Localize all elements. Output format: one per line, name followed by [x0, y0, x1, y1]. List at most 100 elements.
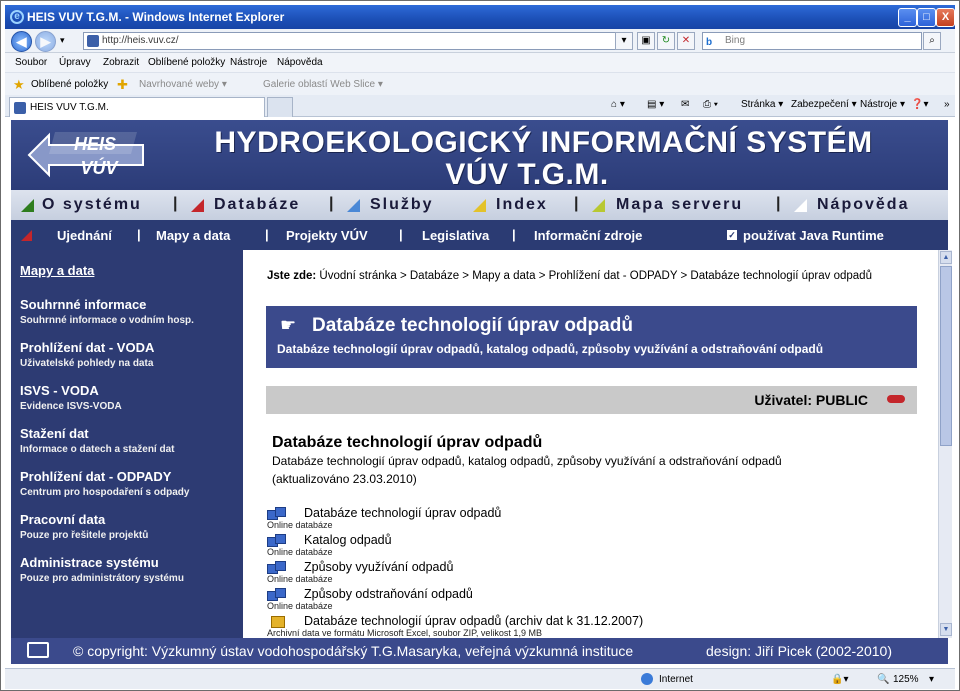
user-label: Uživatel: PUBLIC — [754, 392, 868, 408]
nav-o-systemu[interactable]: O systému — [42, 196, 142, 214]
print-icon[interactable]: ⎙ ▾ — [703, 99, 718, 110]
nav-index[interactable]: Index — [496, 196, 548, 214]
sidebar-item-subtitle: Uživatelské pohledy na data — [20, 358, 154, 369]
url-input[interactable]: http://heis.vuv.cz/ — [83, 32, 631, 50]
suggested-sites-link[interactable]: Navrhované weby ▾ — [139, 79, 227, 90]
sidebar: Mapy a data Souhrnné informace Souhrnné … — [11, 250, 243, 638]
site-favicon — [87, 35, 99, 47]
nav2-ujednani[interactable]: Ujednání — [57, 228, 112, 243]
forward-icon[interactable]: ▶ — [35, 31, 56, 52]
close-button[interactable]: X — [936, 8, 955, 27]
sidebar-item-subtitle: Evidence ISVS-VODA — [20, 401, 122, 412]
nav-separator: | — [776, 195, 783, 212]
minimize-button[interactable]: _ — [898, 8, 917, 27]
page-scrollbar[interactable]: ▲ ▼ — [938, 250, 952, 638]
favorites-button[interactable]: Oblíbené položky — [31, 79, 108, 90]
nav-marker-icon — [191, 199, 204, 212]
primary-nav: O systému | Databáze | Služby Index | Ma… — [11, 190, 948, 220]
page-header-box: ☛ Databáze technologií úprav odpadů Data… — [266, 306, 917, 368]
content-title: Databáze technologií úprav odpadů — [272, 434, 543, 451]
nav-separator: | — [173, 195, 180, 212]
zoom-dropdown-icon[interactable]: ▾ — [929, 674, 934, 685]
tools-menu[interactable]: Nástroje ▾ — [860, 99, 905, 110]
favorites-bar: ★ Oblíbené položky ✚ Navrhované weby ▾ G… — [5, 72, 955, 95]
stop-icon[interactable]: ✕ — [677, 32, 695, 50]
sidebar-item-pracovni-data[interactable]: Pracovní data — [20, 512, 105, 527]
sidebar-item-souhrnne-informace[interactable]: Souhrnné informace — [20, 297, 146, 312]
search-input[interactable]: b Bing — [702, 32, 922, 50]
java-runtime-label[interactable]: používat Java Runtime — [743, 228, 884, 243]
home-icon[interactable]: ⌂ ▾ — [611, 99, 625, 110]
sidebar-item-prohlizeni-voda[interactable]: Prohlížení dat - VODA — [20, 340, 154, 355]
scroll-down-icon[interactable]: ▼ — [940, 623, 952, 636]
tab-bar: HEIS VUV T.G.M. ⌂ ▾ ▤ ▾ ✉ ⎙ ▾ Stránka ▾ … — [5, 95, 955, 117]
database-icon — [267, 507, 293, 521]
java-runtime-checkbox[interactable]: ✓ — [727, 230, 737, 240]
ie-icon: e — [10, 10, 24, 24]
nav-separator: | — [574, 195, 581, 212]
page-menu[interactable]: Stránka ▾ — [741, 99, 783, 110]
menu-favorites[interactable]: Oblíbené položky — [148, 57, 225, 68]
link-zpusoby-odstranovani[interactable]: Způsoby odstraňování odpadů — [304, 587, 473, 601]
search-icon[interactable]: ⌕ — [923, 32, 941, 50]
help-menu-icon[interactable]: ❓▾ — [911, 99, 928, 110]
scroll-up-icon[interactable]: ▲ — [940, 251, 952, 264]
list-item: Databáze technologií úprav odpadů Online… — [267, 506, 887, 534]
sidebar-item-stazeni-dat[interactable]: Stažení dat — [20, 426, 89, 441]
more-commands[interactable]: » — [944, 99, 950, 110]
link-subtitle: Online databáze — [267, 520, 333, 530]
search-placeholder: Bing — [725, 35, 746, 46]
list-item: Způsoby odstraňování odpadů Online datab… — [267, 587, 887, 615]
tab-heis[interactable]: HEIS VUV T.G.M. — [9, 97, 265, 117]
window-title: HEIS VUV T.G.M. - Windows Internet Explo… — [27, 10, 285, 24]
link-archiv[interactable]: Databáze technologií úprav odpadů (archi… — [304, 614, 643, 628]
list-item: Katalog odpadů Online databáze — [267, 533, 887, 561]
safety-menu[interactable]: Zabezpečení ▾ — [791, 99, 857, 110]
nav2-mapy-a-data[interactable]: Mapy a data — [156, 228, 230, 243]
nav-databaze[interactable]: Databáze — [214, 196, 300, 214]
bing-icon: b — [706, 37, 713, 48]
nav2-legislativa[interactable]: Legislativa — [422, 228, 489, 243]
url-dropdown-icon[interactable]: ▾ — [615, 32, 633, 50]
login-key-icon[interactable] — [887, 395, 905, 403]
sidebar-item-administrace[interactable]: Administrace systému — [20, 555, 159, 570]
refresh-icon[interactable]: ↻ — [657, 32, 675, 50]
zoom-icon[interactable]: 🔍 — [877, 674, 889, 685]
nav-mapa-serveru[interactable]: Mapa serveru — [616, 196, 743, 214]
menu-view[interactable]: Zobrazit — [103, 57, 139, 68]
nav-marker-icon — [794, 199, 807, 212]
footer-design: design: Jiří Picek (2002-2010) — [706, 643, 892, 659]
protected-mode-icon[interactable]: 🔒▾ — [831, 674, 848, 685]
compatibility-icon[interactable]: ▣ — [637, 32, 655, 50]
new-tab-button[interactable] — [267, 97, 293, 117]
feeds-icon[interactable]: ▤ ▾ — [647, 99, 664, 110]
nav-napoveda[interactable]: Nápověda — [817, 196, 909, 214]
scroll-thumb[interactable] — [940, 266, 952, 446]
page-header-subtitle: Databáze technologií úprav odpadů, katal… — [277, 342, 824, 356]
nav2-projekty-vuv[interactable]: Projekty VÚV — [286, 228, 368, 243]
menu-edit[interactable]: Úpravy — [59, 57, 91, 68]
link-katalog-odpadu[interactable]: Katalog odpadů — [304, 533, 392, 547]
breadcrumb-path[interactable]: Úvodní stránka > Databáze > Mapy a data … — [319, 270, 872, 282]
back-icon[interactable]: ◀ — [11, 31, 32, 52]
menu-tools[interactable]: Nástroje — [230, 57, 267, 68]
menu-help[interactable]: Nápověda — [277, 57, 323, 68]
database-icon — [267, 534, 293, 548]
zoom-level[interactable]: 125% — [893, 674, 919, 685]
add-favorite-icon[interactable]: ✚ — [117, 78, 129, 91]
link-zpusoby-vyuzivani[interactable]: Způsoby využívání odpadů — [304, 560, 453, 574]
sidebar-item-isvs-voda[interactable]: ISVS - VODA — [20, 383, 99, 398]
read-mail-icon[interactable]: ✉ — [681, 99, 689, 110]
web-slice-gallery-link[interactable]: Galerie oblastí Web Slice ▾ — [263, 79, 383, 90]
nav2-informacni-zdroje[interactable]: Informační zdroje — [534, 228, 642, 243]
maximize-button[interactable]: □ — [917, 8, 936, 27]
nav-marker-icon — [21, 199, 34, 212]
link-subtitle: Online databáze — [267, 574, 333, 584]
sidebar-item-prohlizeni-odpady[interactable]: Prohlížení dat - ODPADY — [20, 469, 171, 484]
menu-file[interactable]: Soubor — [15, 57, 47, 68]
url-text: http://heis.vuv.cz/ — [102, 35, 179, 46]
link-databaze-technologii[interactable]: Databáze technologií úprav odpadů — [304, 506, 501, 520]
sidebar-top-link[interactable]: Mapy a data — [20, 263, 94, 278]
nav-sluzby[interactable]: Služby — [370, 196, 434, 214]
history-dropdown-icon[interactable]: ▾ — [60, 35, 65, 46]
